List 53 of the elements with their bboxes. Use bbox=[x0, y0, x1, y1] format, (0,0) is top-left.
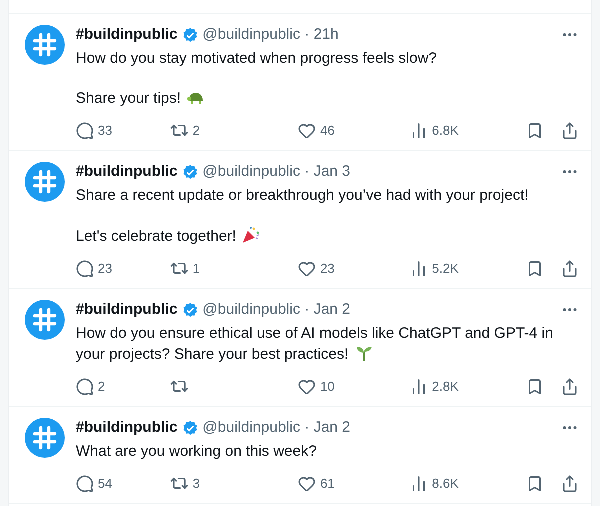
account-name[interactable]: #buildinpublic bbox=[76, 25, 178, 45]
account-name[interactable]: #buildinpublic bbox=[76, 418, 178, 438]
views-button[interactable]: 6.8K bbox=[410, 122, 509, 140]
hashtag-logo-avatar[interactable] bbox=[25, 162, 65, 202]
speech-bubble-icon bbox=[76, 260, 94, 278]
share-icon[interactable] bbox=[561, 378, 579, 396]
handle-and-time: @buildinpublic · Jan 2 bbox=[202, 300, 351, 320]
like-button[interactable]: 46 bbox=[298, 122, 410, 140]
like-button[interactable]: 23 bbox=[298, 260, 410, 278]
handle-and-time: @buildinpublic · 21h bbox=[202, 25, 339, 45]
reply-button[interactable]: 33 bbox=[76, 122, 170, 140]
handle-and-time: @buildinpublic · Jan 2 bbox=[202, 418, 351, 438]
tweet-text: How do you stay motivated when progress feels slow? bbox=[76, 50, 438, 67]
speech-bubble-icon bbox=[76, 378, 94, 396]
tweet-card[interactable]: #buildinpublic @buildinpublic · Jan 3 Share a recent update or breakthrough you’ve had with your project! Let's celebrate together! 23 1 23 5.2K bbox=[9, 151, 591, 289]
like-button[interactable]: 61 bbox=[298, 474, 410, 492]
bookmark-icon[interactable] bbox=[526, 474, 544, 492]
hashtag-logo-avatar[interactable] bbox=[25, 25, 65, 65]
reply-button[interactable]: 2 bbox=[76, 378, 170, 396]
heart-icon bbox=[298, 260, 316, 278]
account-name[interactable]: #buildinpublic bbox=[76, 162, 178, 182]
tweet-text: Share a recent update or breakthrough you’ve had with your project! bbox=[76, 187, 529, 204]
share-icon[interactable] bbox=[561, 474, 579, 492]
repost-button[interactable]: 1 bbox=[170, 259, 298, 278]
bookmark-icon[interactable] bbox=[526, 260, 544, 278]
reply-button[interactable]: 54 bbox=[76, 474, 170, 492]
share-icon[interactable] bbox=[561, 122, 579, 140]
heart-icon bbox=[298, 122, 316, 140]
views-button[interactable]: 2.8K bbox=[410, 378, 509, 396]
tweet-text: How do you ensure ethical use of AI models like ChatGPT and GPT-4 in your projects? Share your best practices! bbox=[76, 325, 554, 363]
like-button[interactable]: 10 bbox=[298, 378, 410, 396]
tweet-text: What are you working on this week? bbox=[76, 443, 317, 460]
views-button[interactable]: 8.6K bbox=[410, 474, 509, 492]
reply-button[interactable]: 23 bbox=[76, 260, 170, 278]
handle-and-time: @buildinpublic · Jan 3 bbox=[202, 162, 351, 182]
tweet-card[interactable]: #buildinpublic @buildinpublic · Jan 2 How do you ensure ethical use of AI models like ChatGPT and GPT-4 in your projects? Share your best practices! 2 10 2.8K bbox=[9, 289, 591, 407]
bookmark-icon[interactable] bbox=[526, 378, 544, 396]
heart-icon bbox=[298, 474, 316, 492]
share-icon[interactable] bbox=[561, 260, 579, 278]
tweet-text: Share your tips! bbox=[76, 90, 182, 107]
repost-button[interactable]: 2 bbox=[170, 121, 298, 140]
tweet-card[interactable]: #buildinpublic @buildinpublic · 21h How do you stay motivated when progress feels slow? Share your tips! 33 2 46 6.8K bbox=[9, 14, 591, 151]
hashtag-logo-avatar[interactable] bbox=[25, 300, 65, 340]
speech-bubble-icon bbox=[76, 474, 94, 492]
views-button[interactable]: 5.2K bbox=[410, 260, 509, 278]
heart-icon bbox=[298, 378, 316, 396]
account-name[interactable]: #buildinpublic bbox=[76, 300, 178, 320]
tweet-text: Let's celebrate together! bbox=[76, 228, 236, 245]
repost-button[interactable]: 3 bbox=[170, 474, 298, 493]
bookmark-icon[interactable] bbox=[526, 122, 544, 140]
speech-bubble-icon bbox=[76, 122, 94, 140]
tweet-card[interactable]: #buildinpublic @buildinpublic · Jan 2 What are you working on this week? 54 3 61 8.6K bbox=[9, 407, 591, 504]
hashtag-logo-avatar[interactable] bbox=[25, 418, 65, 458]
